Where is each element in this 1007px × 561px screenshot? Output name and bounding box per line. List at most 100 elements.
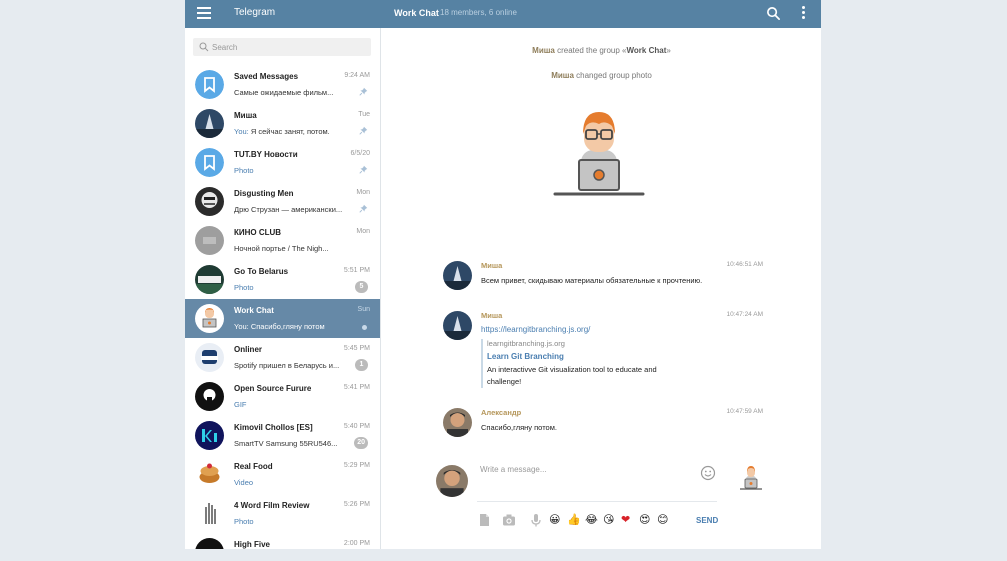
emoji-joy-icon[interactable]: 😂 — [585, 513, 598, 527]
service-text-end: » — [666, 46, 671, 55]
dialog-item[interactable]: TUT.BY Новости 6/5/20 Photo — [185, 143, 380, 182]
dialog-name: Go To Belarus — [234, 267, 289, 276]
emoji-heart-icon[interactable]: ❤ — [621, 513, 630, 527]
dialog-name: High Five — [234, 540, 271, 549]
dialog-item[interactable]: Kimovil Chollos [ES] 5:40 PM SmartTV Samsu… — [185, 416, 380, 455]
service-text: created the group « — [557, 46, 627, 55]
dialog-name: Onliner — [234, 345, 263, 354]
emoji-icon[interactable] — [700, 465, 716, 481]
avatar — [195, 460, 224, 489]
search-icon — [199, 42, 209, 52]
telegram-window: Telegram Work Chat 18 members, 6 online … — [185, 0, 821, 549]
dialog-time: 5:45 PM — [343, 345, 370, 352]
dialog-item[interactable]: Onliner 5:45 PM Spotify пришел в Беларусь … — [185, 338, 380, 377]
app-title: Telegram — [234, 7, 276, 18]
service-author[interactable]: Миша — [532, 46, 555, 55]
dialog-item[interactable]: Work Chat Sun You: Спасибо,гляну потом — [185, 299, 380, 338]
avatar — [195, 538, 224, 549]
message-link[interactable]: https://learngitbranching.js.org/ — [481, 325, 590, 334]
dialog-preview: Photo — [234, 283, 254, 292]
dialog-time: 6/5/20 — [350, 150, 370, 157]
message-text: Всем привет, скидываю материалы обязател… — [481, 276, 703, 285]
emoji-thumbs-up-icon[interactable]: 👍 — [567, 513, 581, 527]
dialog-preview: You: Спасибо,гляну потом — [234, 322, 325, 331]
dialog-preview: GIF — [234, 400, 247, 409]
message-time: 10:47:59 AM — [726, 408, 764, 415]
dialog-name: 4 Word Film Review — [234, 501, 310, 510]
avatar — [195, 187, 224, 216]
dialog-item[interactable]: Saved Messages 9:24 AM Самые ожидаемые фил… — [185, 65, 380, 104]
dialog-list: Saved Messages 9:24 AM Самые ожидаемые фил… — [185, 65, 380, 549]
my-avatar[interactable] — [436, 465, 468, 497]
dialog-item[interactable]: Real Food 5:29 PM Video — [185, 455, 380, 494]
emoji-heart-eyes-icon[interactable]: 😍 — [639, 513, 650, 527]
avatar[interactable] — [443, 311, 472, 340]
more-menu-icon[interactable] — [800, 6, 806, 22]
unread-badge: 5 — [355, 281, 368, 293]
message-time: 10:46:51 AM — [726, 261, 764, 268]
send-button[interactable]: SEND — [696, 516, 718, 525]
attach-document-icon[interactable] — [477, 513, 491, 527]
unread-badge: 20 — [354, 437, 368, 449]
dialog-preview: Photo — [234, 517, 254, 526]
dialog-preview: Ночной портье / The Nigh... — [234, 244, 329, 253]
pin-icon — [359, 204, 368, 213]
dialog-time: 5:40 PM — [343, 423, 370, 430]
dialog-name: Saved Messages — [234, 72, 299, 81]
dialog-item[interactable]: Disgusting Men Mon Дрю Струзан — американс… — [185, 182, 380, 221]
hamburger-menu-icon[interactable] — [197, 7, 211, 19]
avatar[interactable] — [443, 261, 472, 290]
link-preview-title: Learn Git Branching — [487, 352, 564, 361]
dialog-item[interactable]: Миша Tue You: Я сейчас занят, потом. — [185, 104, 380, 143]
dialog-time: 5:41 PM — [343, 384, 370, 391]
avatar — [195, 226, 224, 255]
chat-area: Миша created the group «Work Chat» Миша … — [382, 28, 821, 549]
dialog-item[interactable]: 4 Word Film Review 5:26 PM Photo — [185, 494, 380, 533]
top-bar: Telegram Work Chat 18 members, 6 online — [185, 0, 821, 28]
emoji-kiss-icon[interactable]: 😘 — [603, 513, 614, 527]
dialogs-sidebar: Saved Messages 9:24 AM Самые ожидаемые фил… — [185, 28, 381, 549]
dialog-time: Mon — [356, 228, 370, 235]
dialog-item[interactable]: Go To Belarus 5:51 PM Photo 5 — [185, 260, 380, 299]
dialog-time: Mon — [356, 189, 370, 196]
dialog-name: TUT.BY Новости — [234, 150, 298, 159]
search-input[interactable] — [212, 38, 362, 56]
message-text: Спасибо,гляну потом. — [481, 423, 557, 432]
dialog-item[interactable]: High Five 2:00 PM — [185, 533, 380, 549]
message-author[interactable]: Александр — [481, 408, 521, 417]
avatar — [195, 343, 224, 372]
dialog-time: 5:29 PM — [343, 462, 370, 469]
dialog-preview-sender: You: — [234, 127, 249, 136]
group-photo-developer-illustration[interactable] — [539, 110, 659, 210]
message-author[interactable]: Миша — [481, 261, 502, 270]
emoji-grin-icon[interactable]: 😀 — [549, 513, 560, 527]
dialog-preview: Photo — [234, 166, 254, 175]
dialog-preview: Video — [234, 478, 254, 487]
message: Миша 10:46:51 AM Всем привет, скидываю м… — [443, 261, 763, 291]
dialog-item[interactable]: Open Source Furure 5:41 PM GIF — [185, 377, 380, 416]
dialog-item[interactable]: КИНО CLUB Mon Ночной портье / The Nigh... — [185, 221, 380, 260]
pin-icon — [359, 87, 368, 96]
avatar — [195, 382, 224, 411]
group-avatar[interactable] — [736, 464, 766, 494]
bookmark-icon — [195, 70, 224, 99]
message-author[interactable]: Миша — [481, 311, 502, 320]
emoji-smile-icon[interactable]: 😊 — [657, 513, 668, 527]
link-preview[interactable]: learngitbranching.js.org Learn Git Branc… — [481, 339, 691, 388]
search-icon[interactable] — [766, 6, 781, 21]
chat-subtitle: 18 members, 6 online — [440, 8, 517, 17]
chat-title[interactable]: Work Chat — [394, 8, 439, 18]
avatar[interactable] — [443, 408, 472, 437]
avatar — [195, 421, 224, 450]
service-author[interactable]: Миша — [551, 71, 574, 80]
dialog-name: Kimovil Chollos [ES] — [234, 423, 313, 432]
message: Миша 10:47:24 AM https://learngitbranchi… — [443, 311, 763, 391]
message: Александр 10:47:59 AM Спасибо,гляну пото… — [443, 408, 763, 438]
avatar — [195, 109, 224, 138]
microphone-icon[interactable] — [529, 513, 543, 527]
dialog-name: Open Source Furure — [234, 384, 312, 393]
message-input[interactable] — [477, 462, 717, 502]
attach-photo-icon[interactable] — [502, 513, 516, 527]
dialog-name: Work Chat — [234, 306, 274, 315]
pin-icon — [359, 126, 368, 135]
